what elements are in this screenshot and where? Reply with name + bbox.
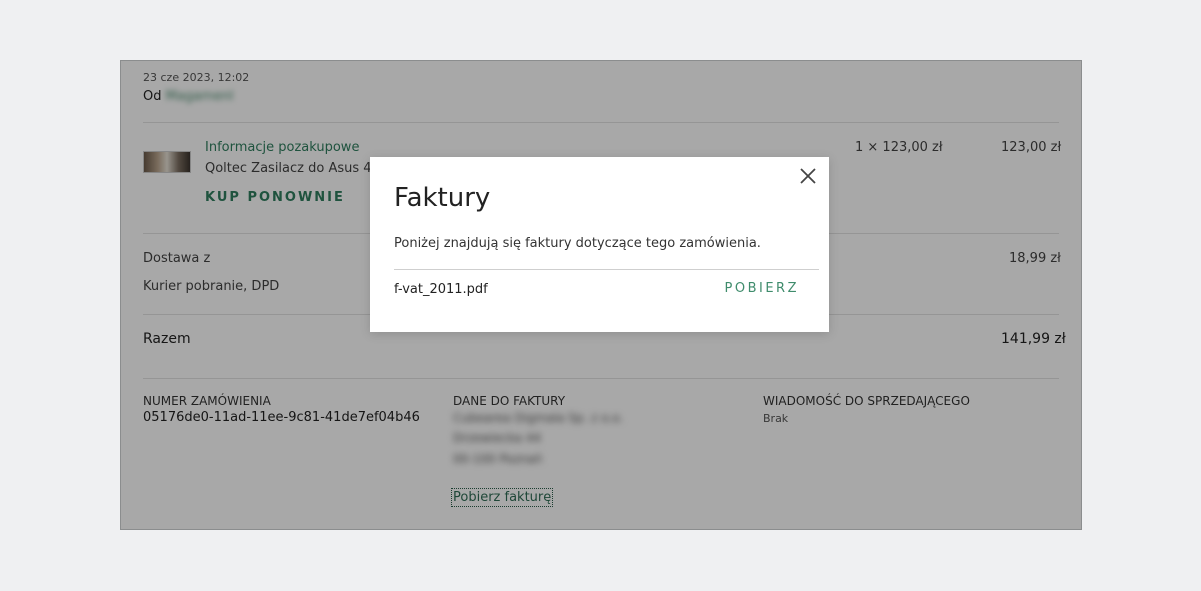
modal-divider	[394, 269, 819, 270]
modal-title: Faktury	[394, 183, 491, 213]
close-icon[interactable]	[797, 165, 819, 187]
invoices-modal: Faktury Poniżej znajdują się faktury dot…	[370, 157, 829, 332]
download-button[interactable]: POBIERZ	[725, 281, 799, 296]
invoice-file-name: f-vat_2011.pdf	[394, 282, 488, 297]
modal-description: Poniżej znajdują się faktury dotyczące t…	[394, 236, 761, 251]
